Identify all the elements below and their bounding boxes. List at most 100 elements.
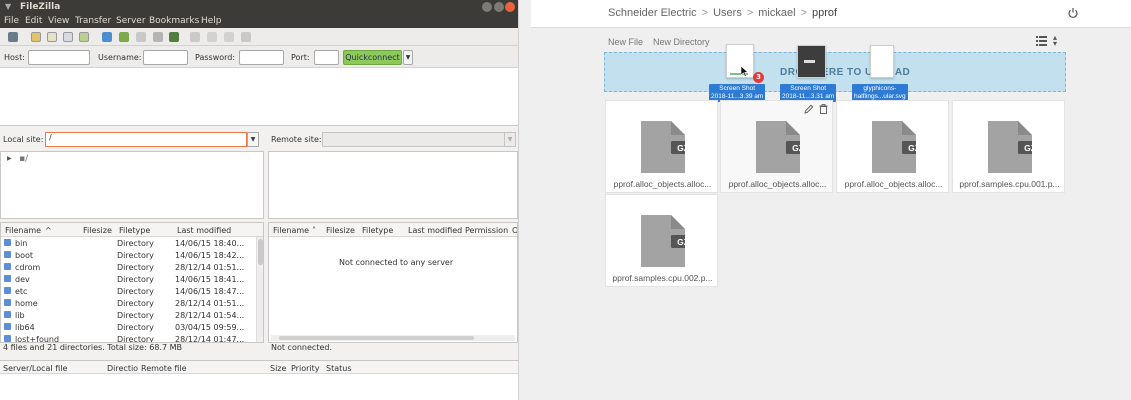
- col-filesize[interactable]: Filesize: [83, 226, 112, 235]
- username-input[interactable]: [143, 50, 188, 65]
- filter-icon[interactable]: [190, 32, 200, 42]
- edit-icon[interactable]: [804, 104, 814, 114]
- svg-text:GZ: GZ: [677, 237, 685, 247]
- file-name: pprof.samples.cpu.002.p...: [612, 273, 713, 283]
- username-label: Username:: [98, 53, 142, 62]
- col-filename[interactable]: Filename: [273, 226, 309, 235]
- archive-file-icon: GZ: [872, 121, 916, 173]
- breadcrumb-item[interactable]: Schneider Electric: [608, 7, 697, 19]
- col-filetype[interactable]: Filetype: [362, 226, 393, 235]
- table-row[interactable]: home Directory 28/12/14 01:51...: [1, 298, 255, 310]
- col-filename[interactable]: Filename: [5, 226, 41, 235]
- col-status[interactable]: Status: [326, 364, 352, 373]
- svg-text:GZ: GZ: [792, 143, 800, 153]
- menu-edit[interactable]: Edit: [25, 16, 42, 26]
- tree-expand-icon[interactable]: ▶: [7, 155, 12, 162]
- quickconnect-dropdown[interactable]: ▼: [403, 50, 413, 65]
- file-name: pprof.alloc_objects.alloc...: [728, 179, 827, 189]
- window-menu-icon[interactable]: ▼: [5, 2, 11, 11]
- filezilla-window: ▼ FileZilla File Edit View Transfer Serv…: [0, 0, 518, 400]
- col-remote-file[interactable]: Remote file: [141, 364, 187, 373]
- maximize-icon[interactable]: [494, 2, 504, 12]
- drag-count-badge: 3: [753, 72, 764, 83]
- trash-icon[interactable]: [819, 104, 828, 114]
- table-row[interactable]: lost+found Directory 28/12/14 01:47...: [1, 334, 255, 342]
- message-log: [0, 68, 518, 126]
- table-row[interactable]: cdrom Directory 28/12/14 01:51...: [1, 262, 255, 274]
- cancel-operation-icon[interactable]: [136, 32, 146, 42]
- table-row[interactable]: lib64 Directory 03/04/15 09:59...: [1, 322, 255, 334]
- site-bar: Local site: / ▼ Remote site: ▼: [0, 128, 518, 150]
- scrollbar-thumb[interactable]: [279, 336, 474, 340]
- list-view-icon[interactable]: [1036, 36, 1047, 46]
- toggle-local-tree-icon[interactable]: [47, 32, 57, 42]
- refresh-icon[interactable]: [102, 32, 112, 42]
- col-filesize[interactable]: Filesize: [326, 226, 355, 235]
- col-server-local-file[interactable]: Server/Local file: [3, 364, 67, 373]
- col-filetype[interactable]: Filetype: [119, 226, 150, 235]
- local-site-input[interactable]: /: [45, 132, 247, 147]
- file-tile[interactable]: GZ pprof.samples.cpu.001.p...: [952, 100, 1065, 193]
- quickconnect-button[interactable]: Quickconnect: [343, 50, 402, 65]
- col-direction[interactable]: Directio: [107, 364, 138, 373]
- dir-compare-icon[interactable]: [224, 32, 234, 42]
- folder-icon: [4, 311, 11, 318]
- sync-browsing-icon[interactable]: [207, 32, 217, 42]
- svg-text:GZ: GZ: [908, 143, 916, 153]
- file-tile[interactable]: GZ pprof.alloc_objects.alloc...: [720, 100, 833, 193]
- svg-text:GZ: GZ: [1024, 143, 1032, 153]
- port-label: Port:: [291, 53, 310, 62]
- file-tile[interactable]: GZ pprof.alloc_objects.alloc...: [836, 100, 949, 193]
- archive-file-icon: GZ: [641, 121, 685, 173]
- menu-server[interactable]: Server: [116, 16, 146, 26]
- toggle-remote-tree-icon[interactable]: [63, 32, 73, 42]
- file-tile[interactable]: GZ pprof.alloc_objects.alloc...: [605, 100, 718, 193]
- col-priority[interactable]: Priority: [291, 364, 319, 373]
- disconnect-icon[interactable]: [153, 32, 163, 42]
- remote-list-hscrollbar[interactable]: [271, 335, 515, 341]
- sort-icon[interactable]: ▴ ▾: [1053, 34, 1057, 48]
- table-row[interactable]: boot Directory 14/06/15 18:42...: [1, 250, 255, 262]
- power-icon[interactable]: [1067, 7, 1079, 19]
- sort-asc-icon: ^: [45, 226, 52, 235]
- host-input[interactable]: [28, 50, 90, 65]
- local-list-scrollbar[interactable]: [256, 237, 263, 342]
- table-row[interactable]: bin Directory 14/06/15 18:40...: [1, 238, 255, 250]
- root-drive-icon[interactable]: ▪/: [19, 154, 28, 164]
- menu-transfer[interactable]: Transfer: [75, 16, 111, 26]
- col-size[interactable]: Size: [270, 364, 286, 373]
- table-row[interactable]: dev Directory 14/06/15 18:41...: [1, 274, 255, 286]
- file-tile[interactable]: GZ pprof.samples.cpu.002.p...: [605, 194, 718, 287]
- new-directory-button[interactable]: New Directory: [653, 37, 710, 47]
- breadcrumb-item[interactable]: Users: [713, 7, 742, 19]
- menu-view[interactable]: View: [48, 16, 69, 26]
- search-icon[interactable]: [241, 32, 251, 42]
- col-last-modified[interactable]: Last modified: [408, 226, 462, 235]
- table-row[interactable]: lib Directory 28/12/14 01:54...: [1, 310, 255, 322]
- local-file-list: Filename ^ Filesize Filetype Last modifi…: [0, 222, 264, 343]
- process-queue-icon[interactable]: [119, 32, 129, 42]
- menu-bookmarks[interactable]: Bookmarks: [149, 16, 199, 26]
- toggle-queue-icon[interactable]: [79, 32, 89, 42]
- breadcrumb-item[interactable]: mickael: [758, 7, 795, 19]
- folder-icon: [4, 323, 11, 330]
- web-header: Schneider Electric > Users > mickael > pprof: [531, 0, 1131, 28]
- port-input[interactable]: [314, 50, 339, 65]
- site-manager-icon[interactable]: [8, 32, 18, 42]
- col-last-modified[interactable]: Last modified: [177, 226, 231, 235]
- scrollbar-thumb[interactable]: [258, 239, 263, 265]
- new-file-button[interactable]: New File: [608, 37, 643, 47]
- menu-help[interactable]: Help: [201, 16, 222, 26]
- col-permission[interactable]: Permission: [465, 226, 508, 235]
- password-input[interactable]: [239, 50, 284, 65]
- breadcrumb: Schneider Electric > Users > mickael > pprof: [608, 7, 837, 19]
- transfer-queue-header: Server/Local file Directio Remote file S…: [0, 360, 518, 374]
- minimize-icon[interactable]: [482, 2, 492, 12]
- local-directory-tree[interactable]: ▶ ▪/: [0, 151, 264, 219]
- close-icon[interactable]: [505, 2, 515, 12]
- menu-file[interactable]: File: [4, 16, 19, 26]
- toggle-log-icon[interactable]: [31, 32, 41, 42]
- reconnect-icon[interactable]: [169, 32, 179, 42]
- table-row[interactable]: etc Directory 14/06/15 18:47...: [1, 286, 255, 298]
- local-site-dropdown[interactable]: ▼: [247, 132, 259, 147]
